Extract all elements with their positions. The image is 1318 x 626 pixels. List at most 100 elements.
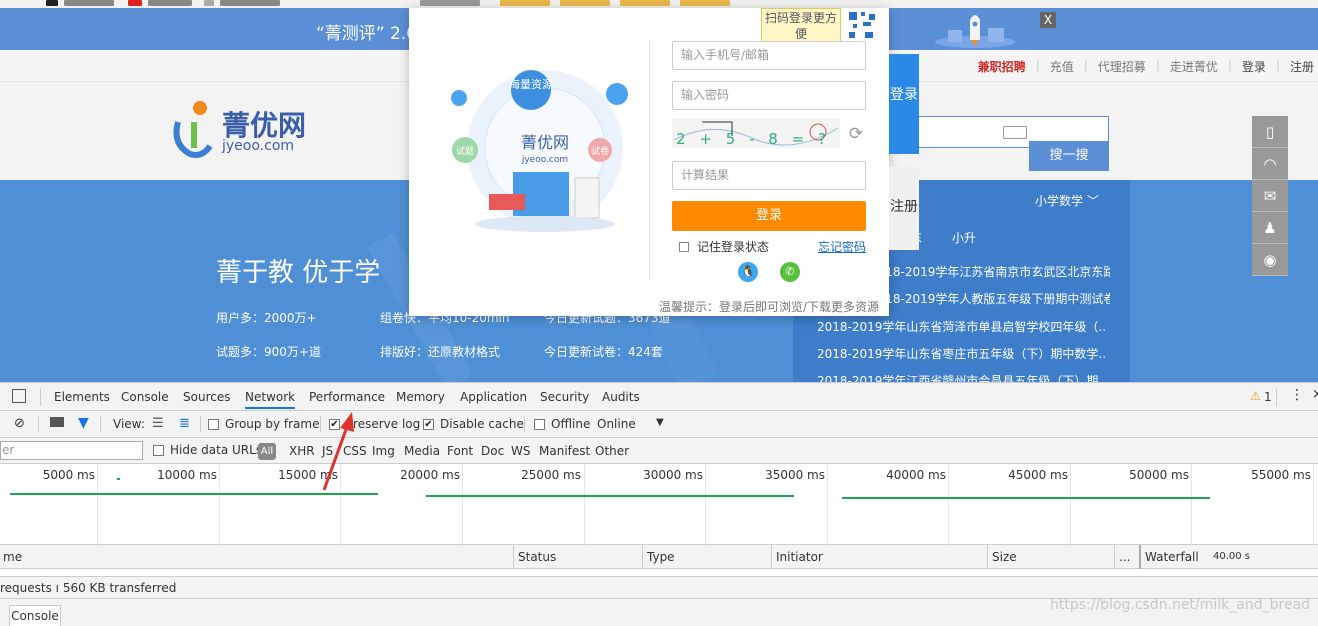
tab-security[interactable]: Security — [540, 390, 589, 404]
user-icon[interactable]: ♟ — [1252, 212, 1288, 244]
keyboard-icon[interactable] — [1003, 126, 1027, 139]
clear-icon[interactable]: ⊘ — [14, 416, 25, 431]
tab-sources[interactable]: Sources — [183, 390, 230, 404]
hide-data-urls-checkbox[interactable] — [153, 444, 164, 456]
news-item[interactable]: 2018-2019学年江西省赣州市会昌县五年级（下）期... — [817, 372, 1107, 382]
tab-application[interactable]: Application — [460, 390, 527, 404]
column-status[interactable]: Status — [513, 545, 642, 569]
logo-figure-icon — [173, 101, 213, 158]
news-item[interactable]: 2018-2019学年山东省枣庄市五年级（下）期中数学... — [817, 345, 1107, 362]
news-item[interactable]: 2018-2019学年山东省菏泽市单县启智学校四年级（... — [817, 318, 1107, 335]
illus-label: 试题 — [456, 145, 474, 157]
column-initiator[interactable]: Initiator — [771, 545, 987, 569]
network-overview-timeline[interactable]: 5000 ms 10000 ms 15000 ms 20000 ms 25000… — [0, 464, 1318, 545]
close-icon[interactable]: × — [1312, 387, 1318, 402]
large-rows-icon[interactable]: ☰ — [152, 416, 164, 431]
side-tab-login[interactable]: 登录 — [889, 54, 919, 154]
network-status-bar: requests ı 560 KB transferred — [0, 577, 1318, 599]
filter-font[interactable]: Font — [447, 444, 473, 458]
device-toolbar-icon[interactable] — [12, 389, 26, 403]
filter-input[interactable]: er — [0, 441, 143, 460]
phone-email-input[interactable]: 输入手机号/邮箱 — [672, 41, 866, 70]
drawer-tab-console[interactable]: Console — [9, 605, 61, 626]
offline-checkbox[interactable] — [534, 418, 545, 430]
disable-cache-checkbox[interactable]: ✔ — [423, 418, 434, 430]
dropdown-arrow-icon[interactable]: ▼ — [656, 417, 664, 428]
requests-table-header: me Status Type Initiator Size ... Waterf… — [0, 545, 1318, 569]
nav-link-recharge[interactable]: 充值 — [1050, 58, 1074, 75]
column-type[interactable]: Type — [642, 545, 771, 569]
banner-close-button[interactable]: X — [1040, 12, 1056, 28]
refresh-captcha-icon[interactable]: ⟳ — [846, 124, 866, 144]
top-nav-links: 兼职招聘 | 充值 | 代理招募 | 走进菁优 | 登录 | 注册 — [977, 58, 1314, 75]
tab-audits[interactable]: Audits — [602, 390, 640, 404]
warning-icon[interactable]: ⚠ — [1250, 389, 1261, 403]
chevron-down-icon: ﹀ — [1086, 194, 1099, 208]
tab-memory[interactable]: Memory — [396, 390, 445, 404]
filter-media[interactable]: Media — [404, 444, 440, 458]
qr-code-icon[interactable] — [841, 8, 883, 44]
captcha-text: 2 + 5 - 8 = ? — [676, 130, 826, 148]
hide-data-urls-option[interactable]: Hide data URLs — [153, 443, 262, 457]
nav-link-register[interactable]: 注册 — [1290, 58, 1314, 75]
headset-icon[interactable]: ◠ — [1252, 148, 1288, 180]
column-name[interactable]: me — [0, 545, 513, 569]
captcha-image[interactable]: 2 + 5 - 8 = ? — [672, 118, 840, 148]
filter-other[interactable]: Other — [595, 444, 629, 458]
more-options-icon[interactable]: ⋮ — [1290, 387, 1304, 403]
remember-checkbox[interactable] — [679, 241, 689, 252]
filter-manifest[interactable]: Manifest — [539, 444, 590, 458]
nav-link-jobs[interactable]: 兼职招聘 — [978, 58, 1026, 75]
throttling-select[interactable]: Online — [597, 417, 636, 431]
waterfall-view-icon[interactable]: ≣ — [179, 416, 190, 431]
stat-layout: 排版好：还原教材格式 — [380, 345, 501, 359]
nav-link-agent[interactable]: 代理招募 — [1098, 58, 1146, 75]
group-by-frame-checkbox[interactable] — [208, 418, 219, 430]
tab-network[interactable]: Network — [245, 390, 296, 409]
side-tab-register[interactable]: 注册 — [889, 166, 919, 250]
weibo-icon[interactable]: ◉ — [1252, 244, 1288, 276]
filter-icon[interactable]: ▼ — [78, 415, 89, 431]
remember-login[interactable]: 记住登录状态 — [679, 238, 769, 255]
login-button[interactable]: 登录 — [672, 201, 866, 231]
column-time[interactable]: ... — [1114, 545, 1139, 569]
tab-elements[interactable]: Elements — [54, 390, 110, 404]
column-waterfall[interactable]: Waterfall — [1139, 545, 1209, 569]
filter-all-button[interactable]: All — [258, 443, 276, 460]
remember-label: 记住登录状态 — [697, 240, 770, 254]
subject-select[interactable]: 小学数学 ﹀ — [1035, 192, 1099, 209]
news-item[interactable]: 2018-2019学年人教版五年级下册期中测试卷 — [870, 290, 1110, 307]
screenshot-camera-icon[interactable] — [50, 417, 64, 427]
stat-today-papers: 今日更新试卷：424套 — [544, 345, 663, 359]
timeline-tick-label: 30000 ms — [643, 468, 703, 482]
filter-bar: er Hide data URLs All XHR JS CSS Img Med… — [0, 438, 1318, 464]
search-button[interactable]: 搜一搜 — [1029, 141, 1109, 171]
captcha-result-input[interactable]: 计算结果 — [672, 161, 866, 190]
news-tab[interactable]: 小升 — [952, 231, 976, 245]
filter-img[interactable]: Img — [372, 444, 395, 458]
filter-xhr[interactable]: XHR — [289, 444, 315, 458]
annotation-arrow-icon — [322, 412, 354, 491]
timeline-bar — [117, 478, 120, 480]
requests-table-body[interactable] — [0, 569, 1318, 577]
password-input[interactable]: 输入密码 — [672, 81, 866, 110]
tab-console[interactable]: Console — [121, 390, 169, 404]
filter-doc[interactable]: Doc — [481, 444, 504, 458]
nav-link-login[interactable]: 登录 — [1242, 58, 1266, 75]
disable-cache-option[interactable]: ✔ Disable cache — [423, 417, 524, 431]
wechat-icon[interactable]: ✉ — [1252, 180, 1288, 212]
news-item[interactable]: 2018-2019学年江苏省南京市玄武区北京东路小学四... — [870, 263, 1110, 280]
forgot-password-link[interactable]: 忘记密码 — [818, 238, 866, 255]
site-logo[interactable]: 菁优网 jyeoo.com — [168, 100, 318, 160]
login-illustration: 海量资源 试题 试卷 菁优网 jyeoo.com — [451, 70, 628, 232]
column-size[interactable]: Size — [987, 545, 1114, 569]
group-by-frame-option[interactable]: Group by frame — [208, 417, 319, 431]
filter-ws[interactable]: WS — [511, 444, 530, 458]
nav-link-about[interactable]: 走进菁优 — [1170, 58, 1218, 75]
mobile-icon[interactable]: ▯ — [1252, 116, 1288, 148]
timeline-bar — [426, 495, 794, 497]
tab-performance[interactable]: Performance — [309, 390, 385, 404]
offline-option[interactable]: Offline — [534, 417, 590, 431]
qq-login-icon[interactable]: 🐧 — [738, 262, 758, 282]
wechat-login-icon[interactable]: ✆ — [780, 262, 800, 282]
